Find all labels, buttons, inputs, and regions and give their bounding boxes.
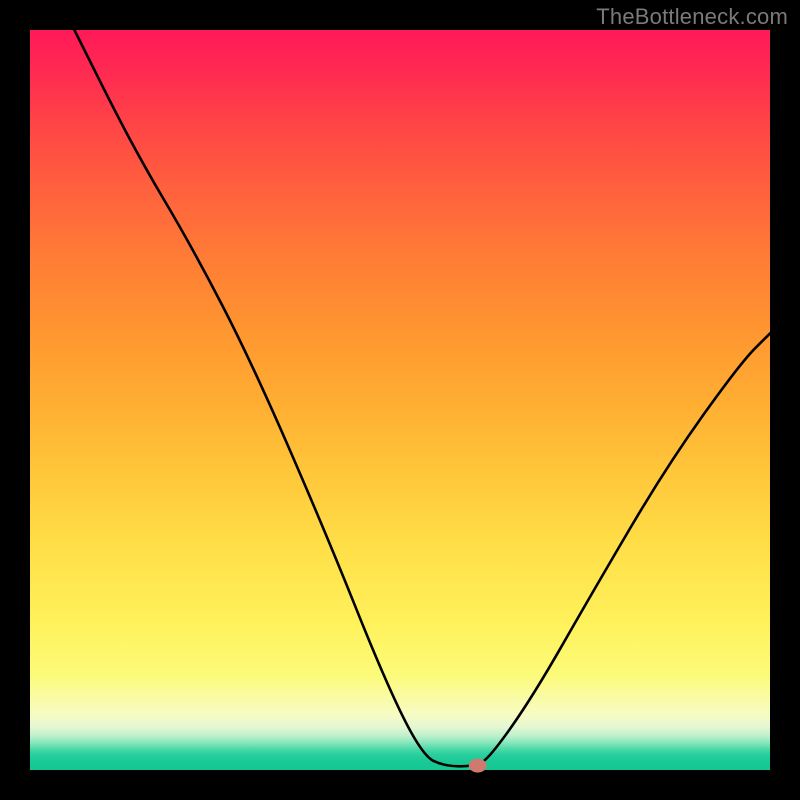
bottleneck-curve [74, 30, 770, 766]
plot-area [30, 30, 770, 770]
chart-container: TheBottleneck.com [0, 0, 800, 800]
optimal-marker [469, 759, 487, 773]
curve-layer [30, 30, 770, 770]
watermark-text: TheBottleneck.com [596, 4, 788, 30]
